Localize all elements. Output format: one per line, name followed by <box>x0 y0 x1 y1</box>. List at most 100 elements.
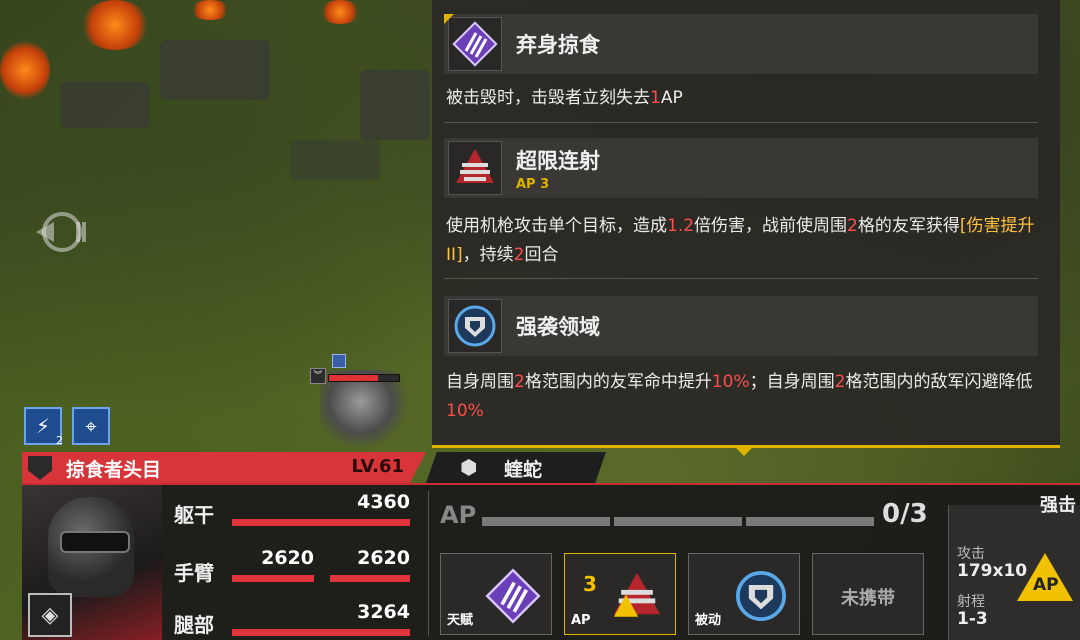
highlight-value: 2 <box>847 216 858 236</box>
unit-hp-bar <box>328 374 400 382</box>
skill-description: 被击毁时，击毁者立刻失去1AP <box>446 84 1046 113</box>
skill-description: 使用机枪攻击单个目标，造成1.2倍伤害，战前使周围2格的友军获得[伤害提升 II… <box>446 212 1046 270</box>
bullet-volley-icon <box>448 141 502 195</box>
skill-header: 弃身掠食 <box>444 14 1038 74</box>
move-range-icon[interactable] <box>32 208 88 256</box>
divider <box>428 491 429 636</box>
target-name: 蝰蛇 <box>504 459 543 481</box>
unit-portrait: ◈ <box>22 485 162 640</box>
part-hp-value: 2620 <box>357 547 410 569</box>
claw-icon <box>448 17 502 71</box>
slot-ap-value: 3 <box>583 572 597 596</box>
unit-rank-icon: ︾ <box>310 368 326 384</box>
skill-name: 弃身掠食 <box>516 33 600 57</box>
desc-text: 自身周围 <box>446 372 514 392</box>
ap-segment <box>746 517 874 526</box>
part-hp-bar <box>330 575 410 582</box>
divider <box>444 122 1038 123</box>
skill-tooltip: 弃身掠食 被击毁时，击毁者立刻失去1AP 超限连射 AP 3 使用机枪攻击单个目… <box>432 0 1060 448</box>
bullet-volley-icon <box>605 564 669 628</box>
part-hp-value: 2620 <box>261 547 314 569</box>
ap-label: AP <box>440 501 477 529</box>
part-hp-bar <box>232 629 410 636</box>
badge-count: 2 <box>56 434 63 447</box>
slot-label: AP <box>571 613 591 628</box>
ap-segment <box>614 517 742 526</box>
slot-label: 被动 <box>695 613 722 628</box>
desc-text: 倍伤害，战前使周围 <box>694 216 848 236</box>
fire-effect <box>0 40 50 100</box>
fire-effect <box>190 0 230 20</box>
desc-text: ；自身周围 <box>749 372 835 392</box>
tooltip-pointer <box>734 446 754 456</box>
part-hp-bar <box>232 575 314 582</box>
skill-ap-cost: AP 3 <box>516 177 600 192</box>
skill-name: 超限连射 <box>516 148 600 173</box>
slot-label: 天赋 <box>447 613 474 628</box>
part-label: 手臂 <box>174 561 214 585</box>
ap-label: AP <box>516 176 536 192</box>
ap-segment <box>482 517 610 526</box>
skill-slot-active[interactable]: 3 AP <box>564 553 676 635</box>
shield-aura-icon <box>448 299 502 353</box>
wreck-tank <box>60 82 150 128</box>
layers-icon[interactable]: ◈ <box>28 593 72 637</box>
part-hp-value: 4360 <box>357 491 410 513</box>
divider <box>444 278 1038 279</box>
slot-empty-label: 未携带 <box>841 588 895 609</box>
target-name-bar[interactable]: ⬢ 蝰蛇 <box>426 452 606 483</box>
ap-count: 0/3 <box>882 499 928 529</box>
wreck-tank <box>360 70 430 140</box>
unit-name: 掠食者头目 <box>66 459 162 481</box>
skill-description: 自身周围2格范围内的友军命中提升10%；自身周围2格范围内的敌军闪避降低10% <box>446 368 1046 426</box>
attack-title: 强击 <box>1040 495 1076 516</box>
unit-level: LV.61 <box>351 456 405 477</box>
desc-text: AP <box>660 88 683 108</box>
hex-emblem-icon: ⬢ <box>460 455 478 479</box>
desc-text: 格范围内的友军命中提升 <box>524 372 712 392</box>
part-hp-bar <box>232 519 410 526</box>
highlight-value: 1.2 <box>667 216 695 236</box>
ap-cost-label: AP <box>1033 575 1059 595</box>
part-label: 躯干 <box>174 503 214 527</box>
part-hp-value: 3264 <box>357 601 410 623</box>
attack-label: 攻击 <box>957 546 985 562</box>
unit-name-bar: 掠食者头目 LV.61 <box>22 452 426 483</box>
skill-header: 强袭领域 <box>444 296 1038 356</box>
highlight-value: 2 <box>514 372 525 392</box>
highlight-value: 2 <box>513 245 525 265</box>
ap-value: 3 <box>540 176 550 192</box>
part-label: 腿部 <box>174 613 214 637</box>
lightning-icon[interactable]: ⚡ 2 <box>24 407 63 447</box>
unit-info-panel: ◈ 躯干 4360 手臂 2620 2620 腿部 3264 AP 0/3 天赋… <box>22 483 1080 640</box>
desc-text: 被击毁时，击毁者立刻失去 <box>446 88 650 108</box>
visor-art <box>60 531 130 553</box>
claw-icon <box>481 564 545 628</box>
desc-text: 格范围内的敌军闪避降低 <box>845 372 1033 392</box>
rank-shield-icon <box>28 456 52 480</box>
highlight-value: 10% <box>711 372 750 392</box>
range-value: 1-3 <box>957 609 988 629</box>
fire-effect <box>80 0 150 50</box>
highlight-value: 10% <box>446 401 484 421</box>
highlight-value: 1 <box>650 88 661 108</box>
desc-text: ，持续 <box>462 245 514 265</box>
desc-text: 格的友军获得 <box>857 216 960 236</box>
highlight-value: 2 <box>834 372 846 392</box>
desc-text: 回合 <box>524 245 559 265</box>
desc-text: 使用机枪攻击单个目标，造成 <box>446 216 667 236</box>
fire-effect <box>320 0 360 24</box>
skill-name: 强袭领域 <box>516 315 600 339</box>
skill-slot-passive[interactable]: 被动 <box>688 553 800 635</box>
skill-header: 超限连射 AP 3 <box>444 138 1038 198</box>
skill-slot-talent[interactable]: 天赋 <box>440 553 552 635</box>
attack-info-box[interactable]: 强击 攻击 179x10 射程 1-3 AP <box>948 495 1080 640</box>
unit-flag-icon <box>332 354 346 368</box>
rubble-patch <box>290 140 380 180</box>
shield-aura-icon <box>729 564 793 628</box>
range-label: 射程 <box>957 594 985 610</box>
enemy-mech-unit[interactable] <box>320 370 410 450</box>
skill-slot-empty[interactable]: 未携带 <box>812 553 924 635</box>
wreck-structure <box>160 40 270 100</box>
target-icon[interactable]: ⌖ <box>72 407 110 445</box>
